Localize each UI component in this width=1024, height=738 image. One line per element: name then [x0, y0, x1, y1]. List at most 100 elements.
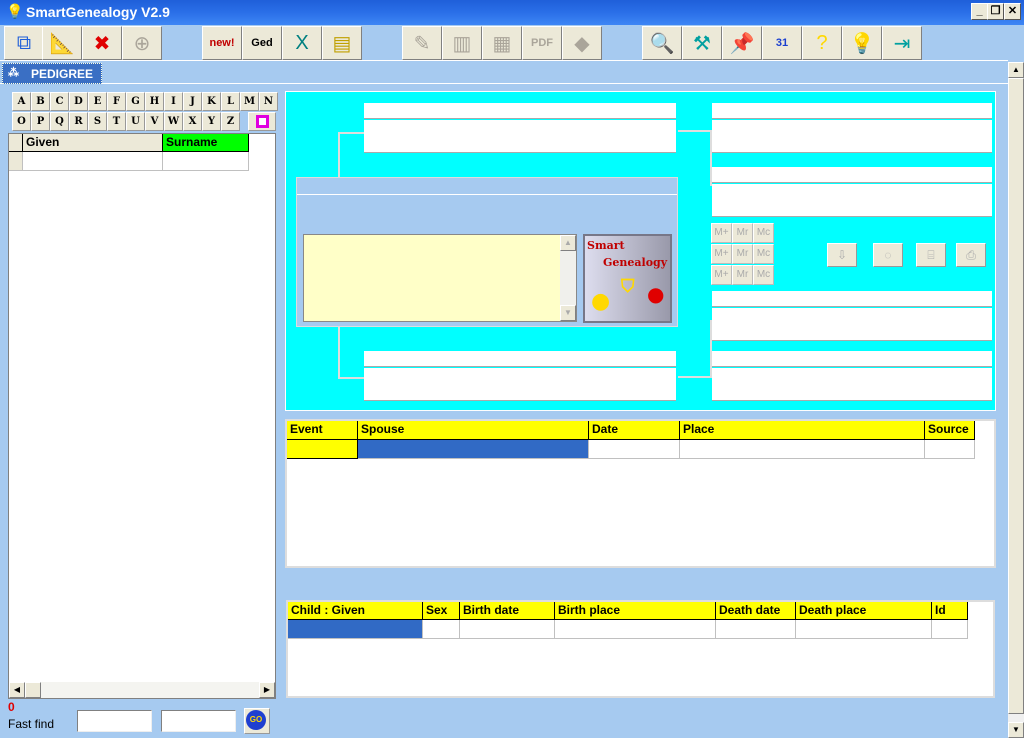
column-source[interactable]: Source: [925, 421, 975, 440]
letter-o-button[interactable]: O: [12, 112, 31, 131]
cell[interactable]: [796, 620, 932, 639]
letter-f-button[interactable]: F: [107, 92, 126, 111]
tree-button[interactable]: ⌸: [916, 243, 946, 267]
archive-button[interactable]: ▤: [322, 26, 362, 60]
column-death-date[interactable]: Death date: [716, 602, 796, 620]
pedigree-view-button[interactable]: ⧉: [4, 26, 44, 60]
print-report-button[interactable]: ▥: [442, 26, 482, 60]
tree-report-button[interactable]: ✎: [402, 26, 442, 60]
person-list[interactable]: Given Surname ◀ ▶: [8, 133, 276, 699]
scroll-up-icon[interactable]: ▲: [560, 235, 576, 251]
letter-n-button[interactable]: N: [259, 92, 278, 111]
letter-s-button[interactable]: S: [88, 112, 107, 131]
delete-button[interactable]: ✖: [82, 26, 122, 60]
letter-t-button[interactable]: T: [107, 112, 126, 131]
letter-u-button[interactable]: U: [126, 112, 145, 131]
down-arrow-button[interactable]: ⇩: [827, 243, 857, 267]
cell[interactable]: [680, 440, 925, 459]
letter-w-button[interactable]: W: [164, 112, 183, 131]
memory-mr-button[interactable]: Mr: [732, 244, 753, 264]
letter-h-button[interactable]: H: [145, 92, 164, 111]
notes-textarea[interactable]: ▲ ▼: [303, 234, 577, 322]
target-button[interactable]: ⊕: [122, 26, 162, 60]
column-spouse[interactable]: Spouse: [358, 421, 589, 440]
horizontal-scrollbar[interactable]: ◀ ▶: [9, 682, 275, 698]
grandparent-3-box[interactable]: [712, 308, 992, 341]
vertical-scrollbar[interactable]: ▲ ▼: [1008, 62, 1024, 738]
column-id[interactable]: Id: [932, 602, 968, 620]
search-button[interactable]: 🔍: [642, 26, 682, 60]
grandparent-1-box[interactable]: [712, 120, 992, 153]
memory-mplus-button[interactable]: M+: [711, 265, 732, 285]
cell[interactable]: [932, 620, 968, 639]
letter-d-button[interactable]: D: [69, 92, 88, 111]
scroll-down-icon[interactable]: ▼: [1008, 722, 1024, 738]
letter-p-button[interactable]: P: [31, 112, 50, 131]
letter-q-button[interactable]: Q: [50, 112, 69, 131]
column-birth-date[interactable]: Birth date: [460, 602, 555, 620]
letter-b-button[interactable]: B: [31, 92, 50, 111]
cell[interactable]: [287, 440, 358, 459]
letter-r-button[interactable]: R: [69, 112, 88, 131]
edit-button[interactable]: 📐: [42, 26, 82, 60]
letter-m-button[interactable]: M: [240, 92, 259, 111]
surname-cell[interactable]: [163, 152, 249, 171]
scroll-down-icon[interactable]: ▼: [560, 305, 576, 321]
letter-l-button[interactable]: L: [221, 92, 240, 111]
letter-k-button[interactable]: K: [202, 92, 221, 111]
letter-j-button[interactable]: J: [183, 92, 202, 111]
new-button[interactable]: new!: [202, 26, 242, 60]
cell[interactable]: [589, 440, 680, 459]
memory-mc-button[interactable]: Mc: [753, 244, 774, 264]
children-grid[interactable]: Child : Given Sex Birth date Birth place Dea…: [286, 600, 995, 698]
clock-button[interactable]: ◌: [873, 243, 903, 267]
excel-export-button[interactable]: X: [282, 26, 322, 60]
memory-mr-button[interactable]: Mr: [732, 265, 753, 285]
events-grid[interactable]: Event Spouse Date Place Source: [285, 419, 996, 568]
column-death-place[interactable]: Death place: [796, 602, 932, 620]
cell[interactable]: [925, 440, 975, 459]
letter-v-button[interactable]: V: [145, 112, 164, 131]
memory-mc-button[interactable]: Mc: [753, 265, 774, 285]
grandparent-2-box[interactable]: [712, 184, 992, 217]
show-all-button[interactable]: [248, 112, 276, 131]
memory-mr-button[interactable]: Mr: [732, 223, 753, 243]
cell[interactable]: [460, 620, 555, 639]
column-surname[interactable]: Surname: [163, 134, 249, 152]
grandparent-4-box[interactable]: [712, 368, 992, 401]
fast-find-surname-input[interactable]: [161, 710, 236, 732]
tools-button[interactable]: ⚒: [682, 26, 722, 60]
given-cell[interactable]: [23, 152, 163, 171]
map-button[interactable]: ◆: [562, 26, 602, 60]
memory-mplus-button[interactable]: M+: [711, 244, 732, 264]
cell[interactable]: [716, 620, 796, 639]
notes-scrollbar[interactable]: ▲ ▼: [560, 235, 576, 321]
exit-button[interactable]: ⇥: [882, 26, 922, 60]
scroll-left-icon[interactable]: ◀: [9, 682, 25, 698]
about-button[interactable]: 💡: [842, 26, 882, 60]
scroll-right-icon[interactable]: ▶: [259, 682, 275, 698]
cell[interactable]: [423, 620, 460, 639]
cell[interactable]: [288, 620, 423, 639]
gedcom-button[interactable]: Ged: [242, 26, 282, 60]
mother-box[interactable]: [364, 368, 676, 401]
close-button[interactable]: ✕: [1004, 3, 1021, 20]
restore-button[interactable]: ❐: [987, 3, 1004, 20]
letter-x-button[interactable]: X: [183, 112, 202, 131]
column-given[interactable]: Given: [23, 134, 163, 152]
letter-z-button[interactable]: Z: [221, 112, 240, 131]
letter-g-button[interactable]: G: [126, 92, 145, 111]
tab-pedigree[interactable]: ⁂ PEDIGREE: [2, 63, 102, 84]
letter-a-button[interactable]: A: [12, 92, 31, 111]
cell[interactable]: [358, 440, 589, 459]
pdf-button[interactable]: PDF: [522, 26, 562, 60]
letter-e-button[interactable]: E: [88, 92, 107, 111]
memory-mc-button[interactable]: Mc: [753, 223, 774, 243]
column-child-given[interactable]: Child : Given: [288, 602, 423, 620]
column-birth-place[interactable]: Birth place: [555, 602, 716, 620]
letter-y-button[interactable]: Y: [202, 112, 221, 131]
document-button[interactable]: ▦: [482, 26, 522, 60]
letter-i-button[interactable]: I: [164, 92, 183, 111]
notes-button[interactable]: 📌: [722, 26, 762, 60]
memory-mplus-button[interactable]: M+: [711, 223, 732, 243]
